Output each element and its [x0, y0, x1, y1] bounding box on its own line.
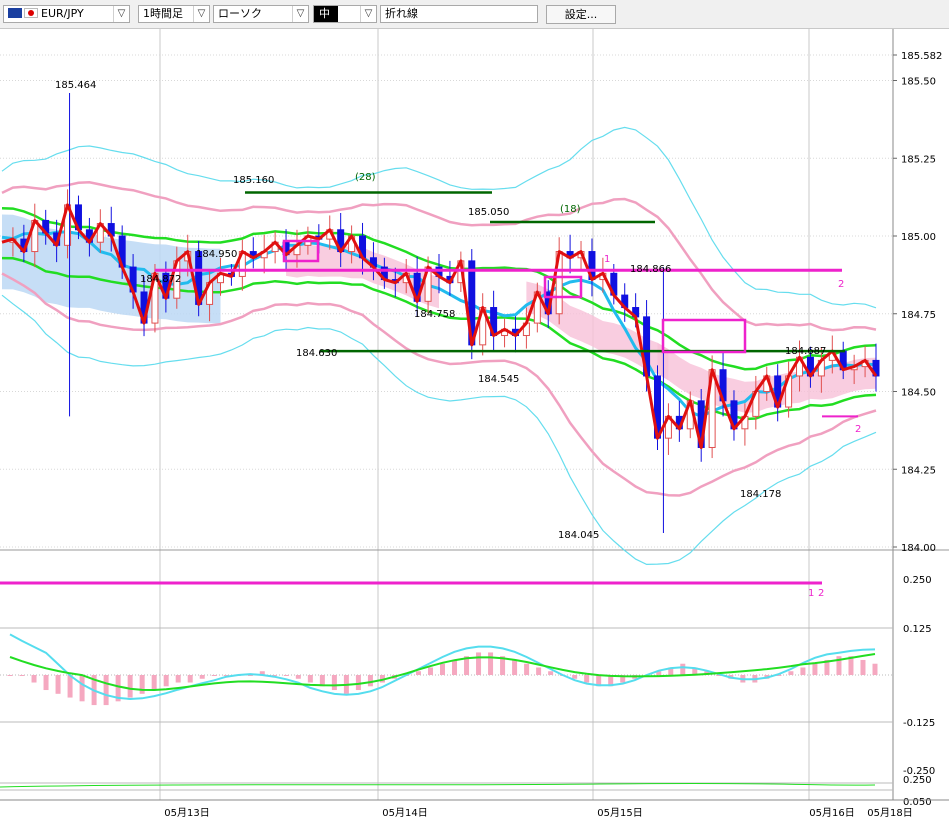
osc-histogram-bar — [524, 663, 530, 675]
price-label: 184.545 — [478, 374, 519, 385]
osc-histogram-bar — [860, 659, 866, 675]
y-tick-label: 185.25 — [901, 154, 936, 165]
price-chart: 185.464 185.160 184.950 184.872 184.758 184.6… — [0, 29, 949, 822]
price-label: 184.687 — [785, 346, 826, 357]
price-label: 184.630 — [296, 348, 337, 359]
chart-type-select[interactable]: ローソク ▽ — [213, 5, 309, 23]
overlay-input[interactable]: 折れ線 — [380, 5, 538, 23]
osc-histogram-bar — [175, 675, 181, 683]
price-label: 184.950 — [196, 249, 237, 260]
pane-size-select[interactable]: 中 ▽ — [313, 5, 377, 23]
x-tick-label: 05月13日 — [164, 807, 209, 819]
osc-histogram-bar — [187, 675, 193, 683]
annotation-label: (28) — [355, 172, 376, 183]
price-label: 185.050 — [468, 207, 509, 218]
osc-histogram-bar — [415, 671, 421, 675]
vol-tick-label: 0.050 — [903, 797, 932, 808]
osc-histogram-bar — [788, 671, 794, 675]
osc-histogram-bar — [367, 675, 373, 687]
chart-toolbar: EUR/JPY ▽ 1時間足 ▽ ローソク ▽ 中 ▽ 折れ線 設定... — [0, 0, 949, 29]
osc-histogram-bar — [151, 675, 157, 691]
osc-histogram-bar — [295, 675, 301, 679]
x-tick-label: 05月15日 — [597, 807, 642, 819]
osc-histogram-bar — [800, 667, 806, 675]
timeframe-select[interactable]: 1時間足 ▽ — [138, 5, 210, 23]
y-tick-label: 184.50 — [901, 388, 936, 399]
x-tick-label: 05月14日 — [382, 807, 427, 819]
osc-histogram-bar — [584, 675, 590, 683]
price-label: 184.045 — [558, 530, 599, 541]
price-label: 184.758 — [414, 309, 455, 320]
chevron-down-icon[interactable]: ▽ — [113, 6, 129, 22]
japan-flag-icon — [24, 8, 38, 18]
chart-type-label: ローソク — [218, 7, 262, 20]
osc-histogram-bar — [67, 675, 73, 698]
y-tick-label: 185.50 — [901, 77, 936, 88]
osc-histogram-bar — [812, 663, 818, 675]
osc-histogram-bar — [680, 663, 686, 675]
price-label: 184.178 — [740, 489, 781, 500]
osc-histogram-bar — [19, 675, 25, 676]
symbol-label: EUR/JPY — [41, 7, 84, 20]
osc-histogram-bar — [79, 675, 85, 702]
annotation-label: 2 — [855, 424, 861, 435]
price-label: 185.464 — [55, 80, 96, 91]
chevron-down-icon[interactable]: ▽ — [292, 6, 308, 22]
osc-histogram-bar — [43, 675, 49, 691]
osc-histogram-bar — [211, 675, 217, 676]
price-label: 184.866 — [630, 264, 671, 275]
osc-histogram-bar — [163, 675, 169, 687]
eu-flag-icon — [8, 8, 22, 18]
osc-histogram-bar — [440, 663, 445, 675]
osc-histogram-bar — [55, 675, 61, 694]
y-tick-label: 185.00 — [901, 232, 936, 243]
osc-histogram-bar — [283, 675, 289, 676]
osc-histogram-bar — [31, 675, 37, 683]
chevron-down-icon[interactable]: ▽ — [360, 6, 376, 22]
osc-histogram-bar — [536, 667, 542, 675]
y-tick-label: 184.75 — [901, 310, 936, 321]
overlay-label: 折れ線 — [385, 7, 418, 20]
osc-histogram-bar — [548, 671, 554, 675]
osc-histogram-bar — [103, 675, 109, 706]
annotation-label: 2 — [818, 588, 824, 599]
price-label: 185.160 — [233, 175, 274, 186]
annotation-label: 1 — [604, 254, 610, 265]
chevron-down-icon[interactable]: ▽ — [193, 6, 209, 22]
y-tick-label: 185.582 — [901, 51, 942, 62]
symbol-select[interactable]: EUR/JPY ▽ — [3, 5, 130, 23]
osc-histogram-bar — [331, 675, 337, 691]
osc-histogram-bar — [139, 675, 145, 694]
osc-histogram-bar — [127, 675, 133, 698]
osc-tick-label: 0.250 — [903, 575, 932, 586]
annotation-label: (18) — [560, 204, 581, 215]
osc-histogram-bar — [476, 652, 482, 675]
osc-histogram-bar — [355, 675, 361, 691]
osc-tick-label: 0.125 — [903, 624, 932, 635]
settings-button[interactable]: 設定... — [546, 5, 616, 24]
price-label: 184.872 — [140, 274, 181, 285]
annotation-label: 1 — [808, 588, 814, 599]
settings-label: 設定... — [564, 8, 598, 21]
x-tick-label: 05月16日 — [809, 807, 854, 819]
timeframe-label: 1時間足 — [143, 7, 183, 20]
osc-histogram-bar — [199, 675, 205, 679]
osc-histogram-bar — [452, 659, 458, 675]
osc-histogram-bar — [488, 652, 494, 675]
osc-histogram-bar — [872, 663, 878, 675]
osc-histogram-bar — [307, 675, 313, 683]
osc-histogram-bar — [7, 675, 13, 676]
annotation-label: 2 — [838, 279, 844, 290]
vol-tick-label: 0.250 — [903, 775, 932, 786]
osc-tick-label: -0.125 — [903, 718, 935, 729]
osc-histogram-bar — [427, 667, 433, 675]
y-tick-label: 184.25 — [901, 465, 936, 476]
x-tick-label: 05月18日 — [867, 807, 912, 819]
y-tick-label: 184.00 — [901, 543, 936, 554]
osc-histogram-bar — [572, 675, 578, 679]
pane-size-label: 中 — [314, 6, 338, 22]
osc-histogram-bar — [512, 659, 518, 675]
